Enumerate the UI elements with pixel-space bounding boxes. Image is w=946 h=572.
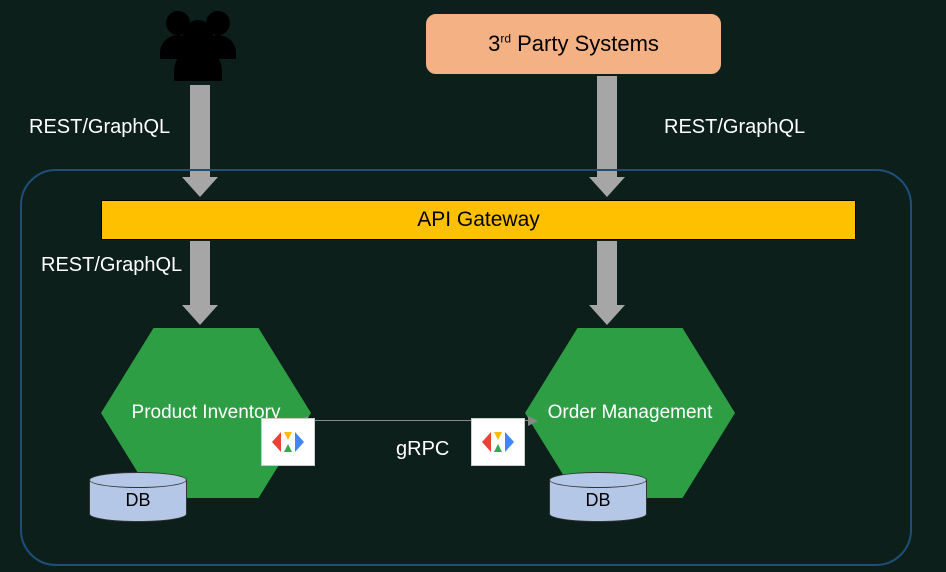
- product-inventory-label: Product Inventory: [132, 401, 281, 426]
- order-db-label: DB: [549, 490, 647, 511]
- grpc-badge-icon: [471, 418, 525, 466]
- grpc-badge-icon: [261, 418, 315, 466]
- protocol-label-third-party: REST/GraphQL: [664, 116, 805, 139]
- product-db-label: DB: [89, 490, 187, 511]
- api-gateway-box: API Gateway: [101, 200, 856, 240]
- arrow-thirdparty-to-gateway: [597, 76, 617, 181]
- protocol-label-users: REST/GraphQL: [29, 116, 170, 139]
- grpc-label: gRPC: [396, 438, 449, 461]
- order-management-label: Order Management: [548, 401, 713, 426]
- order-db: DB: [549, 472, 647, 522]
- arrow-users-to-gateway: [190, 85, 210, 181]
- product-db: DB: [89, 472, 187, 522]
- third-party-label: 3rd Party Systems: [488, 31, 659, 57]
- api-gateway-label: API Gateway: [417, 208, 540, 232]
- arrow-gateway-to-order: [597, 241, 617, 309]
- protocol-label-gateway-to-product: REST/GraphQL: [41, 254, 182, 277]
- arrow-gateway-to-product: [190, 241, 210, 309]
- third-party-systems-box: 3rd Party Systems: [426, 14, 721, 74]
- users-icon: [148, 5, 248, 83]
- architecture-diagram: 3rd Party Systems REST/GraphQL REST/Grap…: [0, 0, 946, 572]
